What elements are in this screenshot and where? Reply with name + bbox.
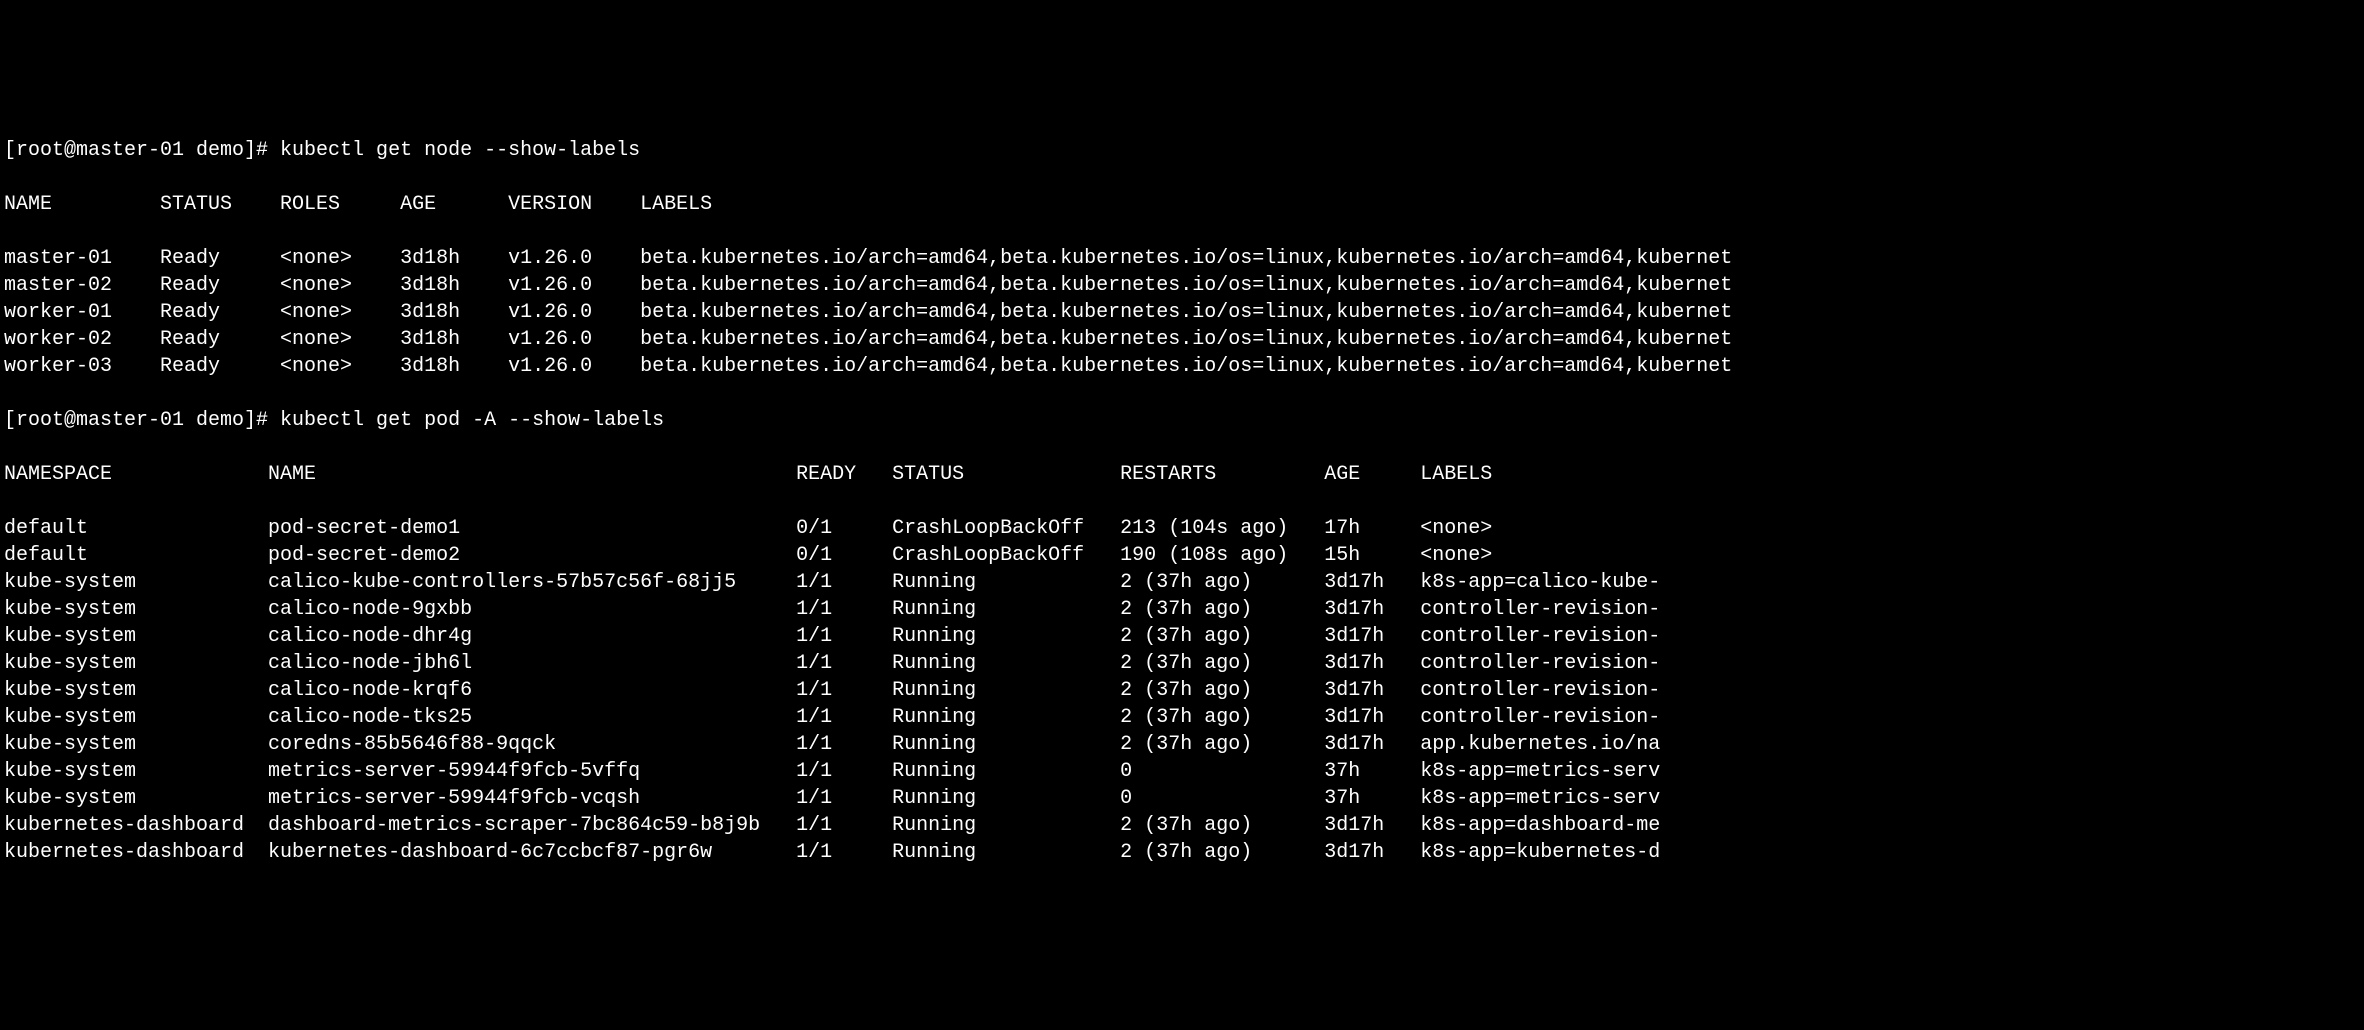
node-table-header: NAME STATUS ROLES AGE VERSION LABELS	[4, 191, 2360, 218]
pod-row: kube-system calico-kube-controllers-57b5…	[4, 569, 2360, 596]
pod-row: kube-system calico-node-jbh6l 1/1 Runnin…	[4, 650, 2360, 677]
pod-row: kubernetes-dashboard dashboard-metrics-s…	[4, 812, 2360, 839]
pod-row: default pod-secret-demo1 0/1 CrashLoopBa…	[4, 515, 2360, 542]
pod-row: kubernetes-dashboard kubernetes-dashboar…	[4, 839, 2360, 866]
pod-row: kube-system calico-node-dhr4g 1/1 Runnin…	[4, 623, 2360, 650]
pod-row: kube-system calico-node-9gxbb 1/1 Runnin…	[4, 596, 2360, 623]
pod-row: kube-system metrics-server-59944f9fcb-vc…	[4, 785, 2360, 812]
node-row: worker-02 Ready <none> 3d18h v1.26.0 bet…	[4, 326, 2360, 353]
pod-row: kube-system calico-node-krqf6 1/1 Runnin…	[4, 677, 2360, 704]
command-line-2: [root@master-01 demo]# kubectl get pod -…	[4, 407, 2360, 434]
pod-row: kube-system calico-node-tks25 1/1 Runnin…	[4, 704, 2360, 731]
node-row: worker-01 Ready <none> 3d18h v1.26.0 bet…	[4, 299, 2360, 326]
pod-row: kube-system metrics-server-59944f9fcb-5v…	[4, 758, 2360, 785]
node-row: master-01 Ready <none> 3d18h v1.26.0 bet…	[4, 245, 2360, 272]
node-row: worker-03 Ready <none> 3d18h v1.26.0 bet…	[4, 353, 2360, 380]
pod-table-header: NAMESPACE NAME READY STATUS RESTARTS AGE…	[4, 461, 2360, 488]
pod-row: default pod-secret-demo2 0/1 CrashLoopBa…	[4, 542, 2360, 569]
command-line-1: [root@master-01 demo]# kubectl get node …	[4, 137, 2360, 164]
node-row: master-02 Ready <none> 3d18h v1.26.0 bet…	[4, 272, 2360, 299]
terminal-output[interactable]: [root@master-01 demo]# kubectl get node …	[0, 108, 2364, 895]
